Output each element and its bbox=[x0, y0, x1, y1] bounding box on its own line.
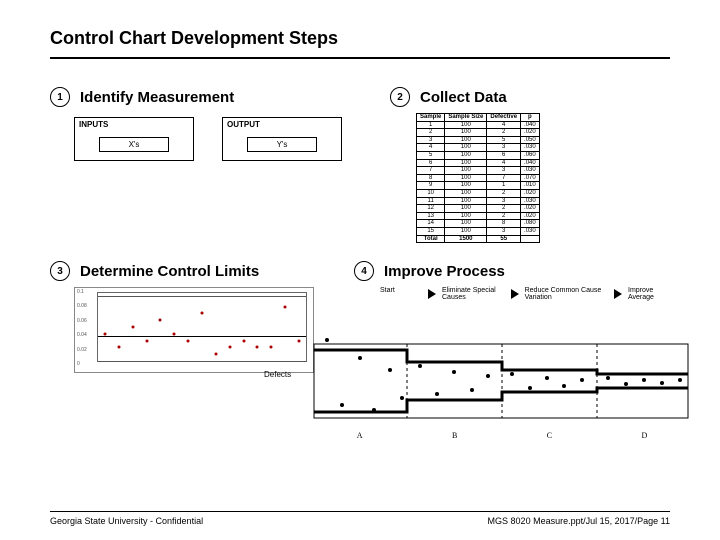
step-4-number: 4 bbox=[354, 261, 374, 281]
step-1-number: 1 bbox=[50, 87, 70, 107]
arrow-icon bbox=[614, 289, 622, 299]
step-2-label: Collect Data bbox=[420, 89, 507, 106]
flow-improve: Improve Average bbox=[628, 287, 670, 301]
funnel-chart: Defects ABCD bbox=[312, 310, 692, 440]
footer-right: MGS 8020 Measure.ppt/Jul 15, 2017/Page 1… bbox=[488, 516, 670, 526]
step-4-label: Improve Process bbox=[384, 263, 505, 280]
control-chart: 0.10.080.060.040.020 bbox=[74, 287, 314, 373]
step-2-number: 2 bbox=[390, 87, 410, 107]
footer: Georgia State University - Confidential … bbox=[0, 511, 720, 526]
arrow-icon bbox=[511, 289, 519, 299]
flow-reduce: Reduce Common Cause Variation bbox=[525, 287, 608, 301]
output-box: Y's bbox=[247, 137, 317, 152]
data-table: SampleSample SizeDefectivep11004.0402100… bbox=[416, 113, 540, 243]
footer-left: Georgia State University - Confidential bbox=[50, 516, 203, 526]
title-rule bbox=[50, 57, 670, 59]
page-title: Control Chart Development Steps bbox=[50, 28, 670, 49]
inputs-heading: INPUTS bbox=[75, 118, 193, 131]
inputs-box: X's bbox=[99, 137, 169, 152]
step-3-label: Determine Control Limits bbox=[80, 263, 259, 280]
flow-start: Start bbox=[380, 287, 422, 294]
improve-flow: Start Eliminate Special Causes Reduce Co… bbox=[380, 287, 670, 301]
funnel-ylabel: Defects bbox=[264, 370, 291, 379]
io-diagram: INPUTS X's OUTPUT Y's bbox=[74, 117, 350, 161]
flow-eliminate: Eliminate Special Causes bbox=[442, 287, 505, 301]
step-1-label: Identify Measurement bbox=[80, 89, 234, 106]
output-heading: OUTPUT bbox=[223, 118, 341, 131]
step-3-number: 3 bbox=[50, 261, 70, 281]
arrow-icon bbox=[428, 289, 436, 299]
